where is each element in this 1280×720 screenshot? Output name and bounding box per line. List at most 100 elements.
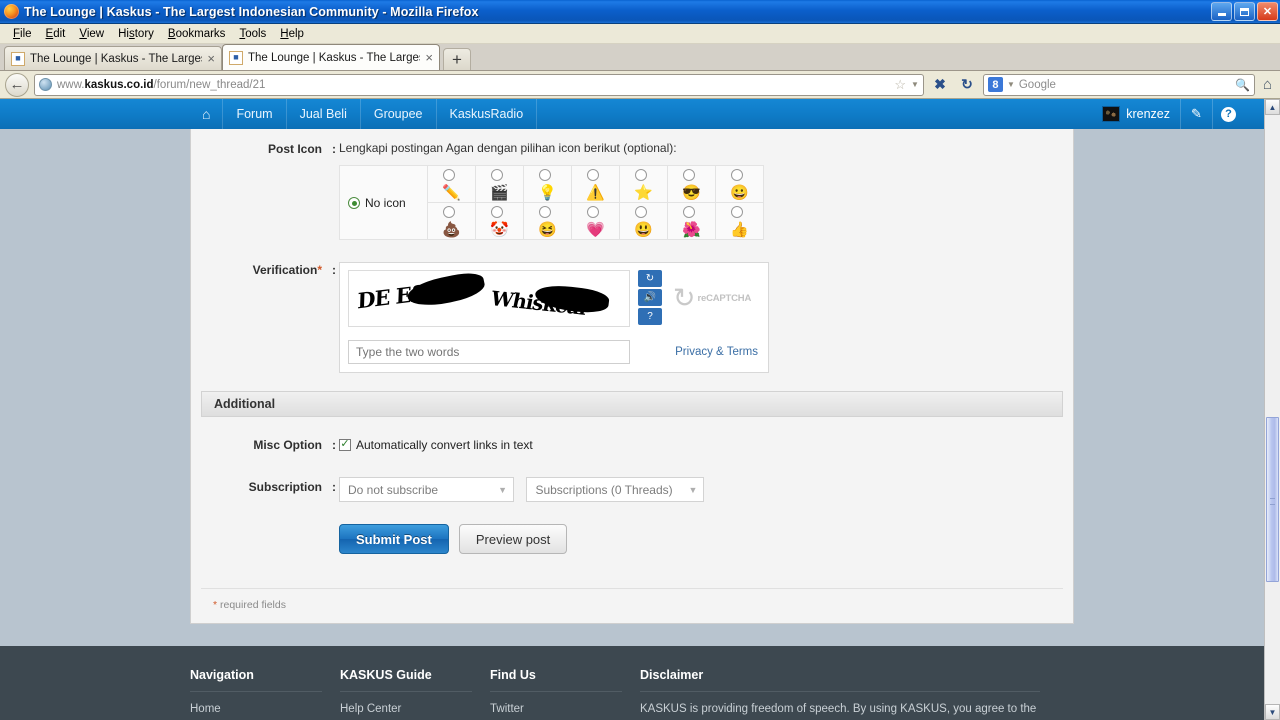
warning-icon[interactable]: ⚠️ — [586, 184, 605, 201]
post-icon-radio[interactable] — [683, 205, 695, 218]
search-bar[interactable]: 8 ▼ Google 🔍 — [982, 73, 1255, 96]
clown-face-icon[interactable]: 🤡 — [490, 221, 509, 238]
post-icon-option[interactable]: 💩 — [427, 202, 476, 240]
scrollbar-thumb[interactable] — [1266, 417, 1279, 582]
submit-post-button[interactable]: Submit Post — [339, 524, 449, 554]
pencil-icon[interactable]: ✎ — [1180, 99, 1212, 129]
nav-item-forum[interactable]: Forum — [223, 99, 287, 129]
back-button[interactable]: ← — [5, 72, 29, 97]
convert-links-checkbox[interactable]: ✓ — [339, 438, 351, 451]
footer-heading: Navigation — [190, 668, 254, 682]
bookmark-star-icon[interactable]: ☆ — [894, 77, 906, 93]
smiley-face-icon[interactable]: 😀 — [730, 184, 749, 201]
menu-history[interactable]: History — [111, 28, 161, 40]
stop-icon[interactable]: ✖ — [929, 76, 951, 93]
divider — [190, 691, 322, 692]
search-input[interactable]: Google — [1019, 79, 1231, 91]
refresh-icon[interactable]: ↻ — [638, 270, 662, 287]
captcha-input[interactable]: Type the two words — [348, 340, 630, 364]
footer-link-twitter[interactable]: Twitter — [490, 701, 640, 718]
privacy-terms-link[interactable]: Privacy & Terms — [630, 340, 760, 364]
scroll-down-button[interactable]: ▼ — [1265, 704, 1280, 720]
page-scrollbar[interactable]: ▲ ▼ — [1264, 99, 1280, 720]
star-icon[interactable]: ⭐ — [634, 184, 653, 201]
subscription-folder-select[interactable]: Subscriptions (0 Threads) ▼ — [526, 477, 705, 502]
subscription-mode-select[interactable]: Do not subscribe ▼ — [339, 477, 514, 502]
nav-item-groupee[interactable]: Groupee — [361, 99, 437, 129]
home-button[interactable]: ⌂ — [1260, 76, 1275, 93]
footer-link-home[interactable]: Home — [190, 701, 340, 718]
menu-bookmarks[interactable]: Bookmarks — [161, 28, 233, 40]
footer-link-help-center[interactable]: Help Center — [340, 701, 490, 718]
post-icon-radio[interactable] — [635, 168, 647, 181]
post-icon-option[interactable]: 🌺 — [667, 202, 716, 240]
post-icon-radio[interactable] — [635, 205, 647, 218]
post-icon-option[interactable]: 💗 — [571, 202, 620, 240]
url-text: www.kaskus.co.id/forum/new_thread/21 — [57, 78, 266, 91]
scroll-up-button[interactable]: ▲ — [1265, 99, 1280, 115]
post-icon-radio[interactable] — [491, 168, 503, 181]
preview-post-button[interactable]: Preview post — [458, 524, 568, 554]
nav-item-kaskusradio[interactable]: KaskusRadio — [437, 99, 538, 129]
browser-tab-1[interactable]: ■ The Lounge | Kaskus - The Largest Indo… — [4, 46, 222, 70]
post-icon-option[interactable]: 💡 — [523, 165, 572, 203]
post-icon-option[interactable]: 😀 — [715, 165, 764, 203]
thumbs-up-icon[interactable]: 👍 — [730, 221, 749, 238]
post-icon-radio[interactable] — [587, 168, 599, 181]
no-icon-radio[interactable] — [348, 197, 360, 210]
chevron-down-icon[interactable]: ▼ — [1007, 80, 1015, 89]
nav-home-icon[interactable]: ⌂ — [190, 99, 224, 129]
pencil-icon[interactable]: ✏️ — [442, 184, 461, 201]
restore-button[interactable] — [1234, 2, 1255, 21]
search-icon[interactable]: 🔍 — [1235, 78, 1250, 92]
post-icon-option[interactable]: 😎 — [667, 165, 716, 203]
menu-tools[interactable]: Tools — [232, 28, 273, 40]
post-icon-option[interactable]: ⭐ — [619, 165, 668, 203]
post-icon-option[interactable]: 👍 — [715, 202, 764, 240]
post-icon-radio[interactable] — [443, 205, 455, 218]
menu-help[interactable]: Help — [273, 28, 311, 40]
post-icon-option[interactable]: ⚠️ — [571, 165, 620, 203]
post-icon-radio[interactable] — [683, 168, 695, 181]
clapperboard-icon[interactable]: 🎬 — [490, 184, 509, 201]
menu-view[interactable]: View — [72, 28, 111, 40]
help-button[interactable]: ? — [1212, 99, 1244, 129]
close-button[interactable]: ✕ — [1257, 2, 1278, 21]
question-mark-icon[interactable]: ? — [638, 308, 662, 325]
menu-edit[interactable]: Edit — [39, 28, 73, 40]
menu-file[interactable]: File — [6, 28, 39, 40]
reload-icon[interactable]: ↻ — [956, 76, 978, 93]
heart-icon[interactable]: 💗 — [586, 221, 605, 238]
post-icon-option[interactable]: 🎬 — [475, 165, 524, 203]
post-icon-radio[interactable] — [539, 205, 551, 218]
tab-close-icon[interactable]: × — [425, 51, 433, 64]
no-icon-option[interactable]: No icon — [339, 165, 428, 240]
post-icon-radio[interactable] — [491, 205, 503, 218]
poop-icon[interactable]: 💩 — [442, 221, 461, 238]
laughing-face-icon[interactable]: 😆 — [538, 221, 557, 238]
browser-tab-2[interactable]: ■ The Lounge | Kaskus - The Largest Indo… — [222, 44, 440, 70]
post-icon-option[interactable]: ✏️ — [427, 165, 476, 203]
chevron-down-icon[interactable]: ▼ — [911, 80, 919, 89]
new-tab-button[interactable]: + — [443, 48, 471, 70]
tab-close-icon[interactable]: × — [207, 52, 215, 65]
speaker-icon[interactable]: 🔊 — [638, 289, 662, 306]
footer-column-find-us: Find Us Twitter — [490, 668, 640, 718]
lightbulb-icon[interactable]: 💡 — [538, 184, 557, 201]
nav-item-jual-beli[interactable]: Jual Beli — [287, 99, 361, 129]
user-menu[interactable]: krenzez — [1092, 99, 1180, 129]
post-icon-radio[interactable] — [587, 205, 599, 218]
post-icon-radio[interactable] — [731, 205, 743, 218]
post-icon-option[interactable]: 🤡 — [475, 202, 524, 240]
post-icon-option[interactable]: 😆 — [523, 202, 572, 240]
post-icon-radio[interactable] — [443, 168, 455, 181]
post-icon-radio[interactable] — [731, 168, 743, 181]
minimize-button[interactable] — [1211, 2, 1232, 21]
misc-option-row: Misc Option : ✓ Automatically convert lin… — [191, 417, 1073, 460]
happy-face-icon[interactable]: 😃 — [634, 221, 653, 238]
post-icon-radio[interactable] — [539, 168, 551, 181]
post-icon-option[interactable]: 😃 — [619, 202, 668, 240]
sunglasses-face-icon[interactable]: 😎 — [682, 184, 701, 201]
flower-icon[interactable]: 🌺 — [682, 221, 701, 238]
url-bar[interactable]: www.kaskus.co.id/forum/new_thread/21 ☆ ▼ — [34, 73, 924, 96]
